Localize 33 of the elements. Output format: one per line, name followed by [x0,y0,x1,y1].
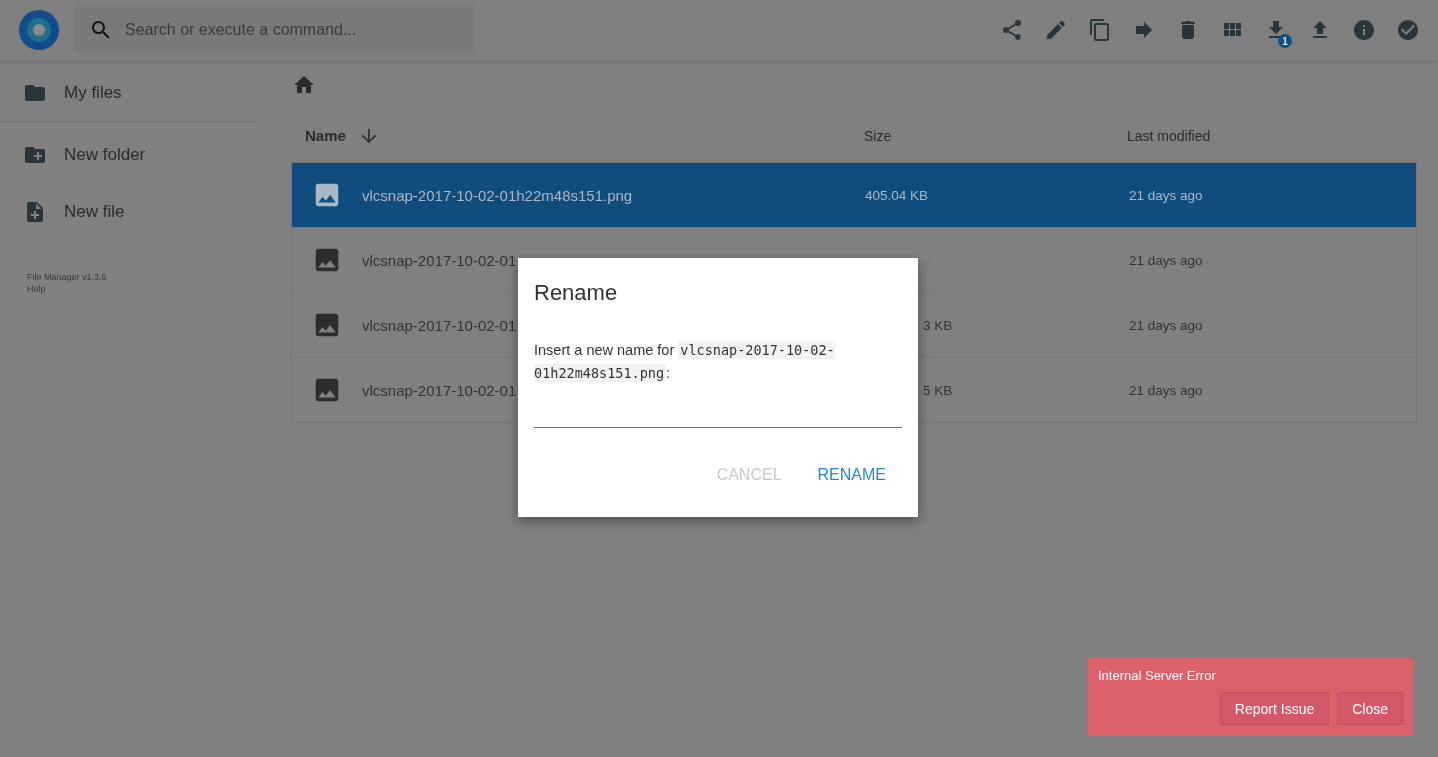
search-bar[interactable]: Search or execute a command... [75,6,475,54]
info-icon [1352,18,1376,42]
file-size: 5 KB [923,382,953,398]
column-header[interactable]: Last modified [1127,127,1417,144]
file-name: vlcsnap-2017-10-02-01 [362,381,517,399]
download-icon-button[interactable]: 1 [1260,14,1292,46]
column-header[interactable]: Name [305,127,346,144]
share-icon [1000,18,1024,42]
file-name: vlcsnap-2017-10-02-01 [362,316,517,334]
modified-date: 21 days ago [1129,187,1203,203]
error-message: Internal Server Error [1098,668,1217,683]
report-button[interactable]: Report Issue [1219,692,1330,725]
column-header[interactable]: Size [864,127,1127,144]
file-size: 405.04 KB [865,187,929,203]
copy-icon [1088,18,1112,42]
search-field[interactable]: Search or execute a command... [123,20,461,40]
modified-date: 21 days ago [1129,382,1203,398]
dialog-message: Insert a new name for vlcsnap-2017-10-02-01h22m48s151.png: [534,340,836,384]
sidebar-item[interactable]: New folder [0,126,256,183]
pencil-icon [1044,18,1068,42]
close-button[interactable]: Close [1337,692,1403,725]
sidebar-item[interactable]: New file [0,183,256,240]
modified-date: 21 days ago [1129,317,1203,333]
dialog-title: Rename [534,280,619,306]
file-name: vlcsnap-2017-10-02-01 [362,251,517,269]
count-badge: 1 [1278,34,1292,48]
modified-date: 21 days ago [1129,252,1203,268]
file-name: vlcsnap-2017-10-02-01h22m48s151.png [362,186,633,204]
footer-link[interactable]: File Manager v1.3.6 [27,272,229,282]
footer-link[interactable]: Help [27,284,229,294]
file-size: 3 KB [923,317,953,333]
rename-button[interactable]: RENAME [801,458,902,492]
logo-icon [19,10,59,50]
